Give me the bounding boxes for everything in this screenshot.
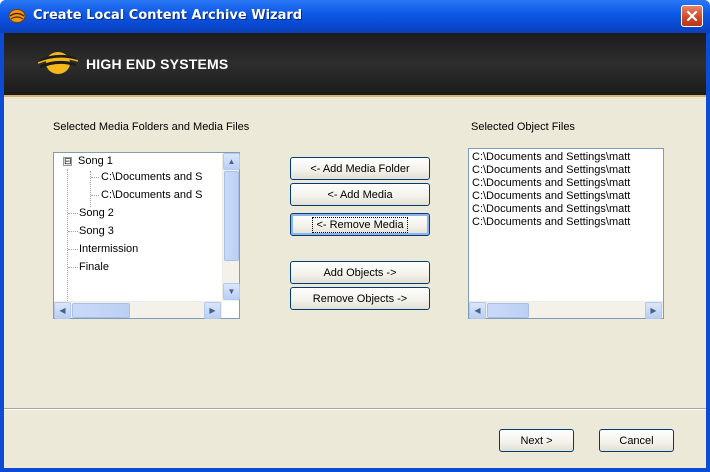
scroll-up-icon[interactable]: ▲ (223, 153, 240, 170)
cancel-button[interactable]: Cancel (599, 429, 674, 452)
scroll-down-icon[interactable]: ▼ (223, 283, 240, 300)
remove-objects-button[interactable]: Remove Objects -> (290, 287, 430, 310)
add-media-button[interactable]: <- Add Media (290, 183, 430, 206)
vscroll-thumb[interactable] (224, 171, 239, 261)
hscroll-thumb[interactable] (72, 303, 130, 318)
remove-media-label: <- Remove Media (312, 216, 408, 233)
add-media-folder-label: <- Add Media Folder (310, 162, 410, 175)
scroll-right-icon[interactable]: ▶ (204, 302, 221, 319)
next-label: Next > (520, 434, 553, 447)
tree-connector (68, 213, 78, 214)
scroll-right-icon[interactable]: ▶ (645, 302, 662, 319)
cancel-label: Cancel (619, 434, 654, 447)
tree-item-finale[interactable]: Finale (79, 261, 109, 273)
object-file-item[interactable]: C:\Documents and Settings\matt (472, 190, 630, 202)
close-icon (686, 10, 698, 22)
title-bar[interactable]: Create Local Content Archive Wizard (0, 0, 710, 33)
object-file-item[interactable]: C:\Documents and Settings\matt (472, 151, 630, 163)
hscroll-thumb[interactable] (487, 303, 529, 318)
high-end-systems-logo-icon (38, 52, 78, 74)
scroll-left-icon[interactable]: ◀ (469, 302, 486, 319)
add-objects-button[interactable]: Add Objects -> (290, 261, 430, 284)
object-file-item[interactable]: C:\Documents and Settings\matt (472, 177, 630, 189)
tree-item-intermission[interactable]: Intermission (79, 243, 138, 255)
media-tree-hscrollbar[interactable]: ◀ ▶ (54, 301, 222, 319)
object-files-hscrollbar[interactable]: ◀ ▶ (469, 301, 663, 319)
object-file-item[interactable]: C:\Documents and Settings\matt (472, 164, 630, 176)
wizard-window: Create Local Content Archive Wizard HIGH… (0, 0, 710, 472)
objects-panel-label: Selected Object Files (471, 121, 575, 133)
add-media-folder-button[interactable]: <- Add Media Folder (290, 157, 430, 180)
media-tree-vscrollbar[interactable]: ▲ ▼ (222, 153, 240, 301)
close-button[interactable] (681, 5, 703, 27)
tree-connector (67, 169, 68, 305)
media-panel-label: Selected Media Folders and Media Files (53, 121, 250, 133)
tree-item-media-file[interactable]: C:\Documents and S (101, 189, 203, 201)
tree-connector (68, 249, 78, 250)
remove-objects-label: Remove Objects -> (312, 292, 408, 305)
tree-connector (68, 267, 78, 268)
media-tree[interactable]: ⊟ Song 1 C:\Documents and S C:\Documents… (53, 152, 240, 319)
window-frame-bottom (0, 468, 710, 472)
object-file-item[interactable]: C:\Documents and Settings\matt (472, 203, 630, 215)
tree-item-song-2[interactable]: Song 2 (79, 207, 114, 219)
object-files-list[interactable]: C:\Documents and Settings\matt C:\Docume… (468, 148, 664, 319)
brand-header: HIGH END SYSTEMS (4, 33, 706, 97)
app-icon (8, 9, 26, 23)
window-title: Create Local Content Archive Wizard (33, 8, 303, 23)
tree-item-song-3[interactable]: Song 3 (79, 225, 114, 237)
tree-connector (68, 231, 78, 232)
collapse-icon[interactable]: ⊟ (63, 157, 72, 166)
add-objects-label: Add Objects -> (323, 266, 397, 279)
add-media-label: <- Add Media (327, 188, 393, 201)
object-file-item[interactable]: C:\Documents and Settings\matt (472, 216, 630, 228)
next-button[interactable]: Next > (499, 429, 574, 452)
tree-connector (91, 195, 99, 196)
tree-connector (91, 177, 99, 178)
tree-item-song-1[interactable]: Song 1 (78, 155, 113, 167)
footer-divider (4, 408, 706, 410)
wizard-body: HIGH END SYSTEMS Selected Media Folders … (4, 33, 706, 468)
scroll-left-icon[interactable]: ◀ (54, 302, 71, 319)
tree-item-media-file[interactable]: C:\Documents and S (101, 171, 203, 183)
brand-name: HIGH END SYSTEMS (86, 56, 229, 72)
remove-media-button[interactable]: <- Remove Media (290, 213, 430, 236)
